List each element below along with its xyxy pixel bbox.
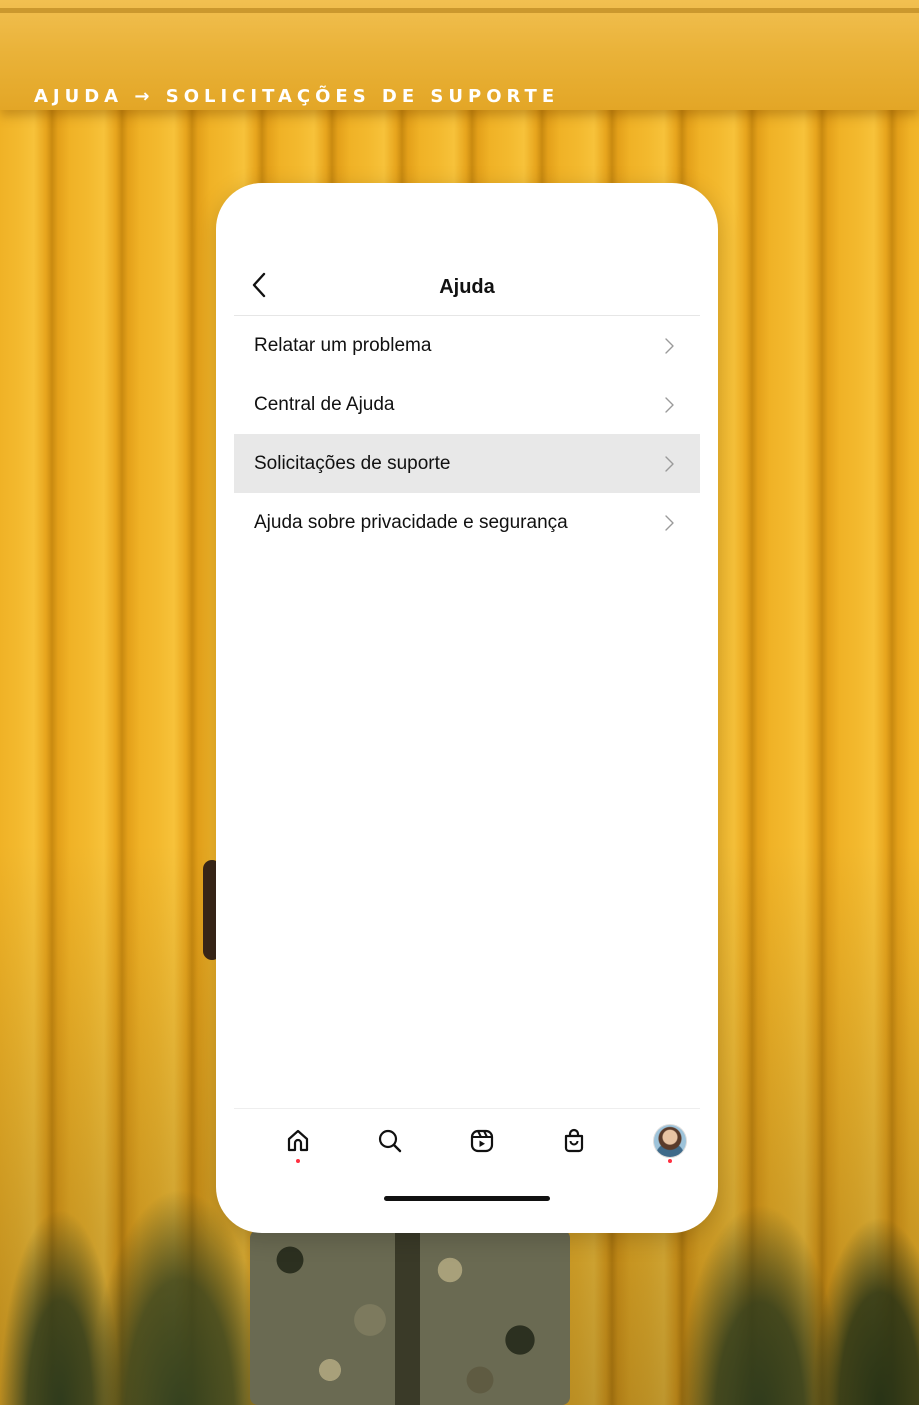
breadcrumb: AJUDA → SOLICITAÇÕES DE SUPORTE bbox=[34, 86, 560, 107]
search-icon bbox=[378, 1129, 402, 1153]
tab-home[interactable] bbox=[278, 1121, 318, 1163]
tab-shop[interactable] bbox=[554, 1121, 594, 1161]
nav-header: Ajuda bbox=[234, 263, 700, 316]
menu-item-support-requests[interactable]: Solicitações de suporte bbox=[234, 434, 700, 493]
chevron-right-icon bbox=[665, 514, 674, 531]
phone-mockup: Ajuda Relatar um problema Central de Aju… bbox=[216, 183, 718, 1233]
menu-item-privacy-security-help[interactable]: Ajuda sobre privacidade e segurança bbox=[234, 493, 700, 552]
help-screen: Ajuda Relatar um problema Central de Aju… bbox=[234, 263, 700, 552]
menu-item-report-problem[interactable]: Relatar um problema bbox=[234, 316, 700, 375]
menu-item-label: Relatar um problema bbox=[254, 334, 432, 356]
bottom-tab-bar bbox=[234, 1108, 700, 1189]
tab-profile[interactable] bbox=[650, 1121, 690, 1163]
tab-search[interactable] bbox=[370, 1121, 410, 1161]
tab-reels[interactable] bbox=[462, 1121, 502, 1161]
shop-icon bbox=[564, 1128, 584, 1153]
chevron-right-icon bbox=[665, 396, 674, 413]
home-indicator bbox=[384, 1196, 550, 1201]
notification-dot bbox=[296, 1159, 300, 1163]
help-menu-list: Relatar um problema Central de Ajuda Sol… bbox=[234, 316, 700, 552]
menu-item-help-center[interactable]: Central de Ajuda bbox=[234, 375, 700, 434]
menu-item-label: Central de Ajuda bbox=[254, 393, 395, 415]
menu-item-label: Solicitações de suporte bbox=[254, 452, 451, 474]
pants-gap bbox=[395, 1230, 420, 1405]
chevron-right-icon bbox=[665, 455, 674, 472]
reels-icon bbox=[470, 1129, 494, 1153]
page-title: Ajuda bbox=[439, 276, 495, 298]
home-icon bbox=[287, 1129, 309, 1152]
container-top-line bbox=[0, 8, 919, 13]
menu-item-label: Ajuda sobre privacidade e segurança bbox=[254, 511, 568, 533]
chevron-right-icon bbox=[665, 337, 674, 354]
notification-dot bbox=[668, 1159, 672, 1163]
avatar bbox=[654, 1125, 686, 1157]
